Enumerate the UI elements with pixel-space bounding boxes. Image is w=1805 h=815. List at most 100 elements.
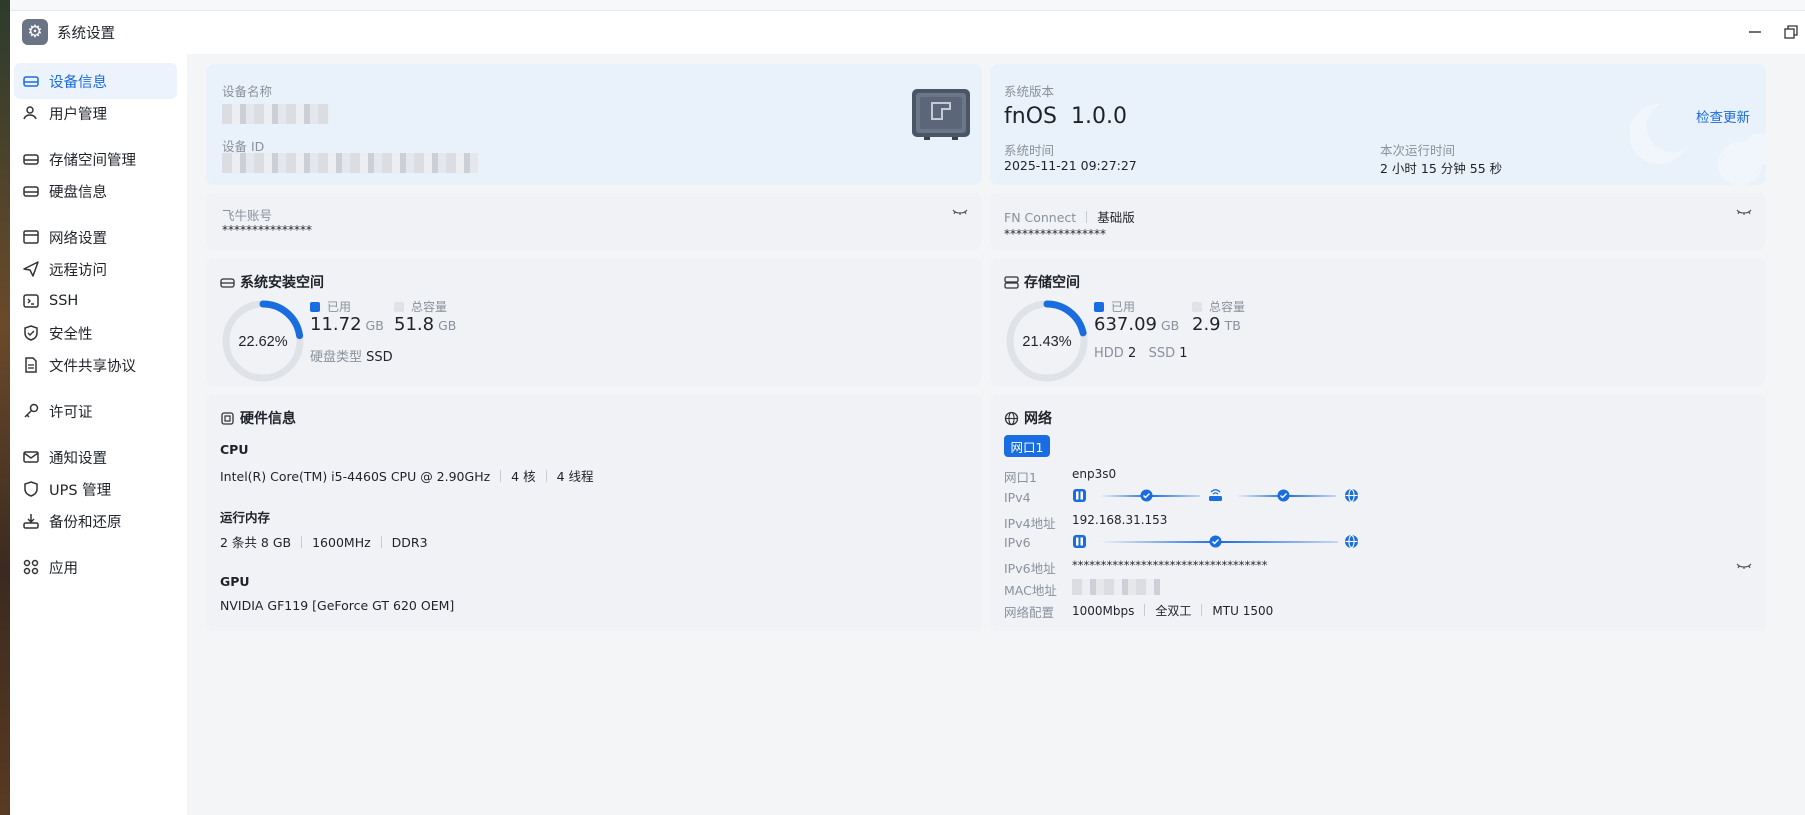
sidebar-item-network[interactable]: 网络设置	[14, 219, 177, 255]
system-version-card: 系统版本 fnOS 1.0.0 检查更新 系统时间 2025-11-21 09:…	[990, 64, 1766, 185]
sidebar-item-disk[interactable]: 硬盘信息	[14, 173, 177, 209]
memory-info: 2 条共 8 GB 1600MHz DDR3	[220, 535, 428, 550]
ipv6-address-value: **********************************	[1072, 558, 1268, 572]
disk-type: 硬盘类型 SSD	[310, 350, 393, 365]
app-title: 系统设置	[57, 25, 115, 42]
network-title: 网络	[1004, 408, 1052, 428]
eye-closed-icon[interactable]	[1736, 207, 1752, 217]
disk-icon	[23, 186, 39, 197]
sidebar-item-label: 硬盘信息	[49, 184, 107, 201]
minimize-button[interactable]	[1745, 22, 1765, 42]
sidebar-item-apps[interactable]: 应用	[14, 549, 177, 585]
storage-donut: 21.43%	[1006, 300, 1088, 382]
sidebar-item-label: 网络设置	[49, 230, 107, 247]
sidebar-item-storage[interactable]: 存储空间管理	[14, 141, 177, 177]
sidebar-item-label: 备份和还原	[49, 514, 122, 531]
ipv4-address-value: 192.168.31.153	[1072, 513, 1168, 527]
gear-icon: ⚙	[22, 19, 48, 45]
sidebar-item-label: 文件共享协议	[49, 358, 136, 375]
send-icon	[23, 261, 39, 277]
hardware-card: 硬件信息 CPU Intel(R) Core(TM) i5-4460S CPU …	[206, 394, 982, 631]
net-config-value: 1000Mbps 全双工 MTU 1500	[1072, 604, 1274, 618]
disk-icon	[220, 277, 235, 288]
sidebar-item-label: 设备信息	[49, 74, 107, 91]
fn-connect-label: FN Connect 基础版	[1004, 210, 1135, 225]
main-content: 设备名称 设备 ID 系统版本 fnOS 1.0.0 检查更新 系统时间 202…	[187, 54, 1805, 815]
sidebar-item-label: 应用	[49, 560, 78, 577]
sidebar-item-ups[interactable]: UPS 管理	[14, 471, 177, 507]
mail-icon	[23, 451, 39, 463]
sidebar-item-license[interactable]: 许可证	[14, 393, 177, 429]
device-icon	[23, 76, 39, 87]
restore-button[interactable]	[1781, 22, 1801, 42]
sidebar-item-label: 通知设置	[49, 450, 107, 467]
device-name-redacted	[222, 104, 330, 124]
eye-closed-icon[interactable]	[1736, 561, 1752, 571]
sidebar-item-users[interactable]: 用户管理	[14, 95, 177, 131]
system-space-title: 系统安装空间	[220, 272, 324, 292]
ups-icon	[24, 481, 38, 497]
used-legend: 已用	[310, 298, 351, 315]
sidebar-item-file-share[interactable]: 文件共享协议	[14, 347, 177, 383]
storage-title: 存储空间	[1004, 272, 1080, 292]
desktop-background	[0, 0, 10, 815]
nas-node-icon	[1073, 489, 1086, 502]
shield-icon	[24, 325, 38, 341]
check-circle-icon	[1277, 489, 1290, 502]
system-version-label: 系统版本	[1004, 84, 1055, 99]
apps-icon	[23, 559, 39, 575]
hardware-icon	[221, 411, 234, 425]
sidebar-item-device-info[interactable]: 设备信息	[14, 63, 177, 99]
sidebar-item-remote[interactable]: 远程访问	[14, 251, 177, 287]
gpu-info: NVIDIA GF119 [GeForce GT 620 OEM]	[220, 598, 455, 613]
sidebar-item-label: 远程访问	[49, 262, 107, 279]
total-legend: 总容量	[1192, 298, 1245, 315]
router-icon	[1209, 489, 1222, 501]
sidebar: 设备信息 用户管理 存储空间管理 硬盘信息 网络设置 远程访问 SSH 安全性	[10, 53, 185, 815]
nas-node-icon	[1073, 535, 1086, 548]
used-value: 11.72 GB	[310, 314, 384, 335]
file-icon	[25, 357, 37, 373]
net-config-label: 网络配置	[1004, 605, 1055, 620]
port-label: 网口1	[1004, 470, 1037, 485]
sidebar-item-backup[interactable]: 备份和还原	[14, 503, 177, 539]
eye-closed-icon[interactable]	[952, 207, 968, 217]
sidebar-item-label: UPS 管理	[49, 482, 112, 499]
account-value: ***************	[222, 223, 312, 237]
disk-count: HDD 2 SSD 1	[1094, 346, 1188, 361]
tab-port1[interactable]: 网口1	[1004, 435, 1050, 457]
storage-card: 存储空间 21.43% 已用 637.09 GB 总容量 2.9 TB HDD 2 …	[990, 258, 1766, 386]
network-icon	[23, 230, 39, 244]
settings-window: ⚙ 系统设置 设备信息 用户管理 存储空间管理 硬盘信息 网络设置 远程访问 S…	[10, 10, 1805, 815]
sidebar-item-label: 用户管理	[49, 106, 107, 123]
minimize-icon	[1749, 31, 1761, 33]
fn-connect-value: *****************	[1004, 227, 1106, 241]
total-value: 51.8 GB	[394, 314, 457, 335]
ipv6-address-label: IPv6地址	[1004, 561, 1056, 576]
system-version-value: fnOS 1.0.0	[1004, 104, 1127, 129]
used-value: 637.09 GB	[1094, 314, 1180, 335]
ipv6-label: IPv6	[1004, 535, 1031, 550]
used-legend: 已用	[1094, 298, 1135, 315]
check-circle-icon	[1140, 489, 1153, 502]
storage-icon	[1004, 275, 1019, 289]
sidebar-item-label: SSH	[49, 293, 79, 309]
cpu-label: CPU	[220, 442, 249, 457]
ipv4-address-label: IPv4地址	[1004, 516, 1056, 531]
sidebar-item-notify[interactable]: 通知设置	[14, 439, 177, 475]
ssh-icon	[23, 294, 39, 308]
moon-decoration	[1630, 103, 1766, 185]
internet-icon	[1345, 534, 1358, 549]
mac-redacted	[1072, 579, 1160, 595]
network-card: 网络 网口1 网口1 enp3s0 IPv4 IPv4地址 192.168.31…	[990, 394, 1766, 631]
sidebar-item-security[interactable]: 安全性	[14, 315, 177, 351]
sidebar-item-ssh[interactable]: SSH	[14, 283, 177, 319]
uptime-value: 2 小时 15 分钟 55 秒	[1380, 161, 1503, 176]
hardware-title: 硬件信息	[220, 408, 296, 428]
user-icon	[23, 106, 37, 120]
account-card: 飞牛账号 ***************	[206, 193, 982, 250]
account-label: 飞牛账号	[222, 208, 273, 223]
system-time-value: 2025-11-21 09:27:27	[1004, 158, 1137, 173]
check-circle-icon	[1209, 535, 1222, 548]
ipv4-label: IPv4	[1004, 490, 1031, 505]
